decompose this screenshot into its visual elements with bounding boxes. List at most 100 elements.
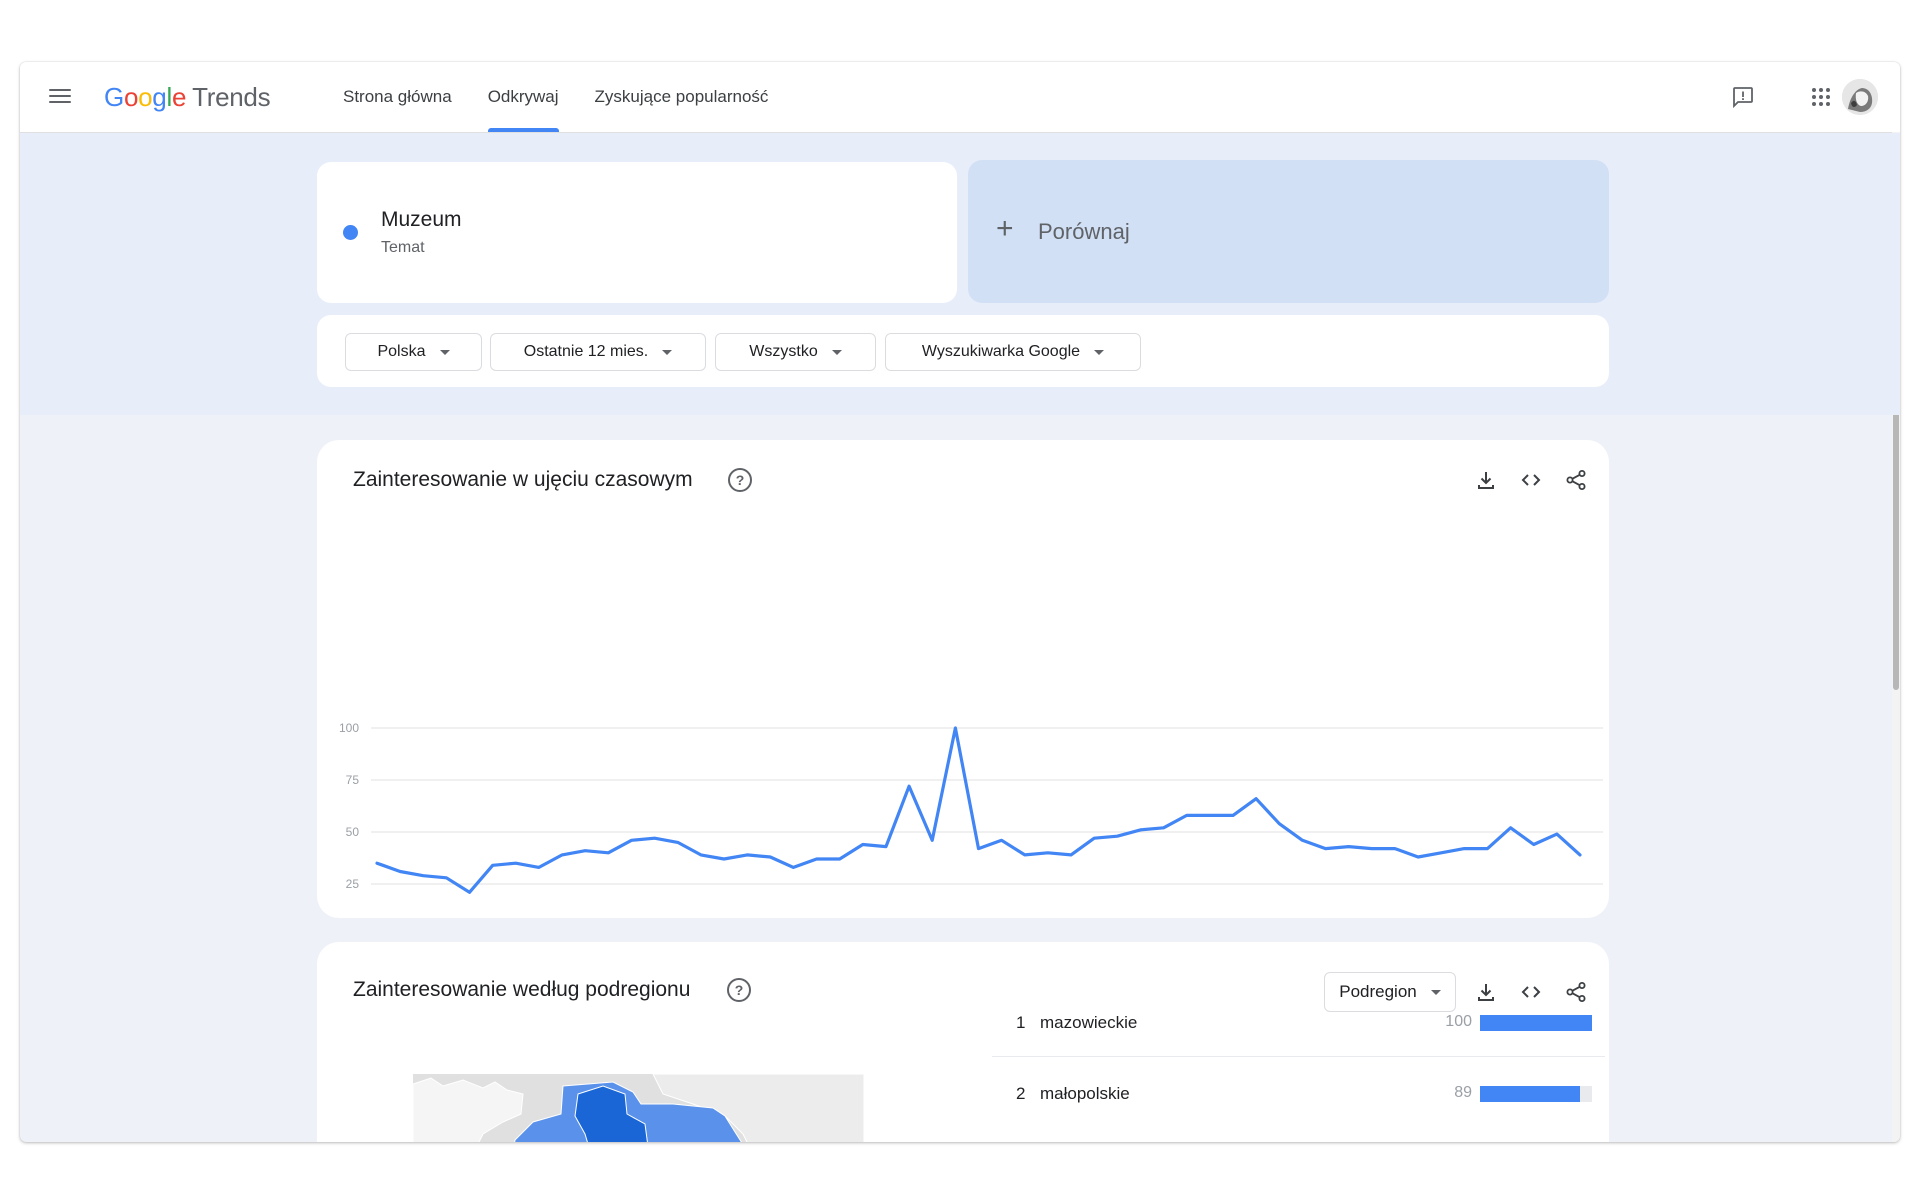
data-point <box>1368 845 1376 853</box>
row-divider <box>992 1056 1605 1057</box>
data-point <box>789 863 797 871</box>
logo-letter: o <box>123 82 139 112</box>
menu-icon[interactable] <box>48 85 72 109</box>
data-point <box>535 863 543 871</box>
data-point <box>1507 824 1515 832</box>
region-row[interactable]: 2 małopolskie 89 <box>992 1064 1605 1128</box>
data-point <box>466 888 474 896</box>
caret-down-icon <box>1094 349 1105 355</box>
filters-bar: Polska Ostatnie 12 mies. Wszystko Wyszuk… <box>317 315 1609 387</box>
data-point <box>1414 853 1422 861</box>
google-trends-logo[interactable]: Google Trends <box>104 82 271 112</box>
region-bar-fill <box>1480 1015 1592 1031</box>
data-point <box>1252 795 1260 803</box>
data-point <box>1298 836 1306 844</box>
filter-label: Wyszukiwarka Google <box>921 343 1081 360</box>
data-point <box>766 853 774 861</box>
main-nav: Strona główna Odkrywaj Zyskujące popular… <box>325 62 786 132</box>
tab-home[interactable]: Strona główna <box>325 62 470 132</box>
compare-button[interactable]: + Porównaj <box>968 160 1609 303</box>
data-point <box>512 859 520 867</box>
search-term-name: Muzeum <box>381 208 462 231</box>
help-icon[interactable]: ? <box>727 978 751 1002</box>
apps-grid-icon[interactable] <box>1801 77 1841 117</box>
data-point <box>697 851 705 859</box>
data-point <box>581 847 589 855</box>
caret-down-icon <box>662 349 673 355</box>
tab-trending[interactable]: Zyskujące popularność <box>577 62 787 132</box>
data-point <box>1067 851 1075 859</box>
data-point <box>1483 845 1491 853</box>
region-bar <box>1480 1015 1592 1031</box>
interest-line-chart: 25507510019 lis 202310 mar 202430 cze 20… <box>339 721 1603 896</box>
data-point <box>1183 811 1191 819</box>
data-point <box>1391 845 1399 853</box>
data-point <box>373 859 381 867</box>
data-point <box>998 836 1006 844</box>
data-point <box>1275 820 1283 828</box>
data-point <box>928 836 936 844</box>
data-point <box>859 840 867 848</box>
caret-down-icon <box>439 349 450 355</box>
data-point <box>489 861 497 869</box>
filter-time-range[interactable]: Ostatnie 12 mies. <box>490 333 706 371</box>
data-point <box>813 855 821 863</box>
region-bar <box>1480 1086 1592 1102</box>
series-color-dot <box>343 225 358 240</box>
filter-search-type[interactable]: Wyszukiwarka Google <box>885 333 1141 371</box>
logo-letter: g <box>152 82 167 112</box>
interest-over-time-card: Zainteresowanie w ujęciu czasowym ? 25 50… <box>317 440 1609 918</box>
filter-location[interactable]: Polska <box>345 333 482 371</box>
region-map[interactable] <box>412 1073 865 1142</box>
logo-letter: e <box>171 82 187 112</box>
data-point <box>419 872 427 880</box>
data-point <box>1530 840 1538 848</box>
data-point <box>1113 832 1121 840</box>
data-point <box>1229 811 1237 819</box>
data-point <box>1460 845 1468 853</box>
avatar[interactable] <box>1842 79 1878 115</box>
data-point <box>558 851 566 859</box>
interest-by-subregion-card: Zainteresowanie według podregionu ? Podr… <box>317 942 1609 1142</box>
y-tick-label: 100 <box>339 721 359 735</box>
search-term-type: Temat <box>381 239 425 256</box>
region-bar-fill <box>1480 1086 1580 1102</box>
filter-label: Wszystko <box>749 343 818 360</box>
series-line <box>375 726 1582 894</box>
feedback-icon[interactable] <box>1723 77 1763 117</box>
tab-explore[interactable]: Odkrywaj <box>470 62 577 132</box>
region-name: małopolskie <box>1040 1084 1130 1103</box>
data-point <box>975 845 983 853</box>
data-point <box>674 838 682 846</box>
logo-letter: G <box>104 82 124 112</box>
data-point <box>627 836 635 844</box>
search-term-card[interactable]: Muzeum Temat <box>317 162 957 303</box>
region-row[interactable]: 1 mazowieckie 100 <box>992 993 1605 1057</box>
plus-icon: + <box>996 212 1014 245</box>
filter-category[interactable]: Wszystko <box>715 333 876 371</box>
data-point <box>1021 851 1029 859</box>
logo-product: Trends <box>192 82 271 112</box>
data-point <box>836 855 844 863</box>
data-point <box>743 851 751 859</box>
y-tick-label: 50 <box>346 825 360 839</box>
y-tick-label: 25 <box>346 877 360 891</box>
region-rank: 2 <box>1016 1084 1026 1103</box>
top-bar: Google Trends Strona główna Odkrywaj Zysk… <box>20 62 1900 133</box>
caret-down-icon <box>831 349 842 355</box>
data-point <box>905 782 913 790</box>
data-point <box>1160 824 1168 832</box>
filter-label: Ostatnie 12 mies. <box>523 343 649 360</box>
y-tick-label: 75 <box>346 773 360 787</box>
compare-label: Porównaj <box>1038 219 1130 244</box>
region-value: 100 <box>1445 1013 1472 1030</box>
data-point <box>396 868 404 876</box>
data-point <box>951 724 959 732</box>
filter-label: Polska <box>377 343 426 360</box>
data-point <box>1206 811 1214 819</box>
data-point <box>1437 849 1445 857</box>
data-point <box>1576 851 1584 859</box>
data-point <box>1090 834 1098 842</box>
region-value: 89 <box>1454 1084 1472 1101</box>
data-point <box>651 834 659 842</box>
